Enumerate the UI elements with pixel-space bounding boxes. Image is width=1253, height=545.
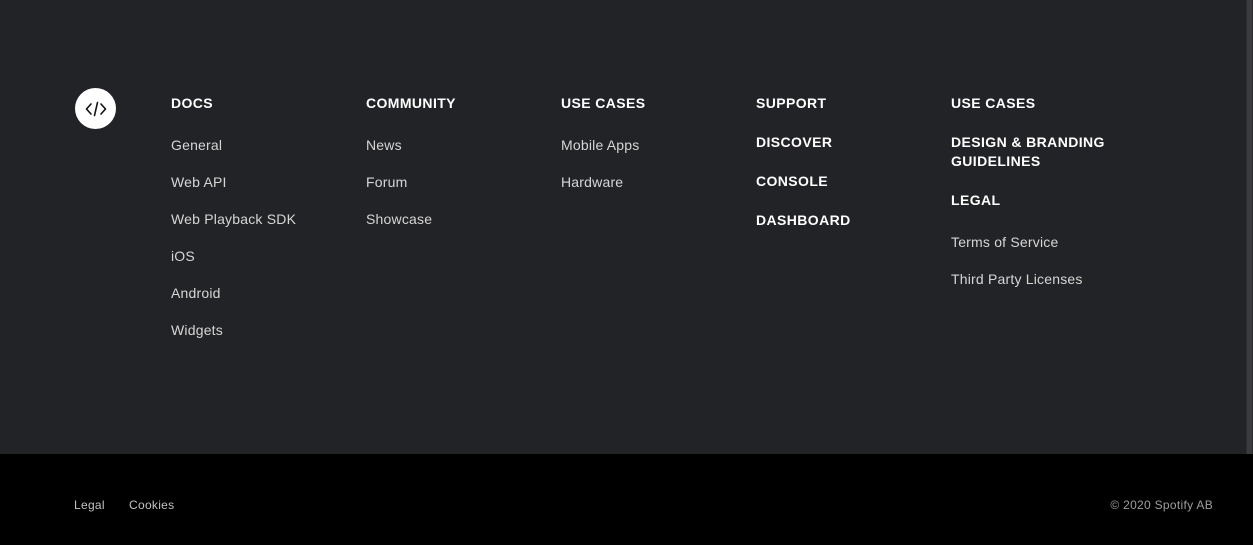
heading-console[interactable]: CONSOLE (756, 172, 946, 191)
list-item: Widgets (171, 322, 361, 359)
footer-column-use-cases: USE CASES Mobile Apps Hardware (561, 94, 751, 211)
list-item: Web Playback SDK (171, 211, 361, 248)
link-news[interactable]: News (366, 137, 402, 153)
footer-column-support: SUPPORT DISCOVER CONSOLE DASHBOARD (756, 94, 946, 230)
link-third-party-licenses[interactable]: Third Party Licenses (951, 271, 1083, 287)
scrollbar[interactable] (1246, 0, 1253, 454)
footer-bottom-bar: Legal Cookies © 2020 Spotify AB (0, 454, 1253, 545)
scrollbar-thumb[interactable] (1247, 0, 1252, 454)
heading-use-cases[interactable]: USE CASES (561, 94, 751, 113)
list-item: General (171, 137, 361, 174)
footer-page: DOCS General Web API Web Playback SDK iO… (0, 0, 1253, 545)
link-ios[interactable]: iOS (171, 248, 195, 264)
heading-use-cases-2[interactable]: USE CASES (951, 94, 1151, 113)
legal-links: Terms of Service Third Party Licenses (951, 234, 1151, 308)
bottom-link-cookies[interactable]: Cookies (129, 498, 174, 512)
list-item: Hardware (561, 174, 751, 211)
list-item: Showcase (366, 211, 556, 248)
link-hardware[interactable]: Hardware (561, 174, 623, 190)
footer-column-community: COMMUNITY News Forum Showcase (366, 94, 556, 248)
list-item: Forum (366, 174, 556, 211)
list-item: Mobile Apps (561, 137, 751, 174)
list-item: Third Party Licenses (951, 271, 1151, 308)
link-web-api[interactable]: Web API (171, 174, 227, 190)
list-item: Android (171, 285, 361, 322)
docs-links: General Web API Web Playback SDK iOS And… (171, 137, 361, 359)
heading-discover[interactable]: DISCOVER (756, 133, 946, 152)
heading-dashboard[interactable]: DASHBOARD (756, 211, 946, 230)
code-icon (85, 101, 106, 116)
link-terms-of-service[interactable]: Terms of Service (951, 234, 1058, 250)
footer-column-docs: DOCS General Web API Web Playback SDK iO… (171, 94, 361, 359)
use-cases-links: Mobile Apps Hardware (561, 137, 751, 211)
bottom-link-legal[interactable]: Legal (74, 498, 105, 512)
heading-support[interactable]: SUPPORT (756, 94, 946, 113)
link-showcase[interactable]: Showcase (366, 211, 432, 227)
link-mobile-apps[interactable]: Mobile Apps (561, 137, 639, 153)
link-general[interactable]: General (171, 137, 222, 153)
footer-column-legal: USE CASES DESIGN & BRANDING GUIDELINES L… (951, 94, 1151, 308)
logo[interactable] (75, 88, 116, 129)
community-links: News Forum Showcase (366, 137, 556, 248)
link-widgets[interactable]: Widgets (171, 322, 223, 338)
list-item: Web API (171, 174, 361, 211)
link-forum[interactable]: Forum (366, 174, 407, 190)
heading-design-branding-guidelines[interactable]: DESIGN & BRANDING GUIDELINES (951, 133, 1121, 171)
footer-main: DOCS General Web API Web Playback SDK iO… (0, 0, 1246, 454)
list-item: Terms of Service (951, 234, 1151, 271)
heading-legal[interactable]: LEGAL (951, 191, 1151, 210)
list-item: iOS (171, 248, 361, 285)
link-web-playback-sdk[interactable]: Web Playback SDK (171, 211, 296, 227)
heading-community[interactable]: COMMUNITY (366, 94, 556, 113)
link-android[interactable]: Android (171, 285, 221, 301)
copyright-text: © 2020 Spotify AB (1110, 498, 1213, 512)
list-item: News (366, 137, 556, 174)
heading-docs[interactable]: DOCS (171, 94, 361, 113)
